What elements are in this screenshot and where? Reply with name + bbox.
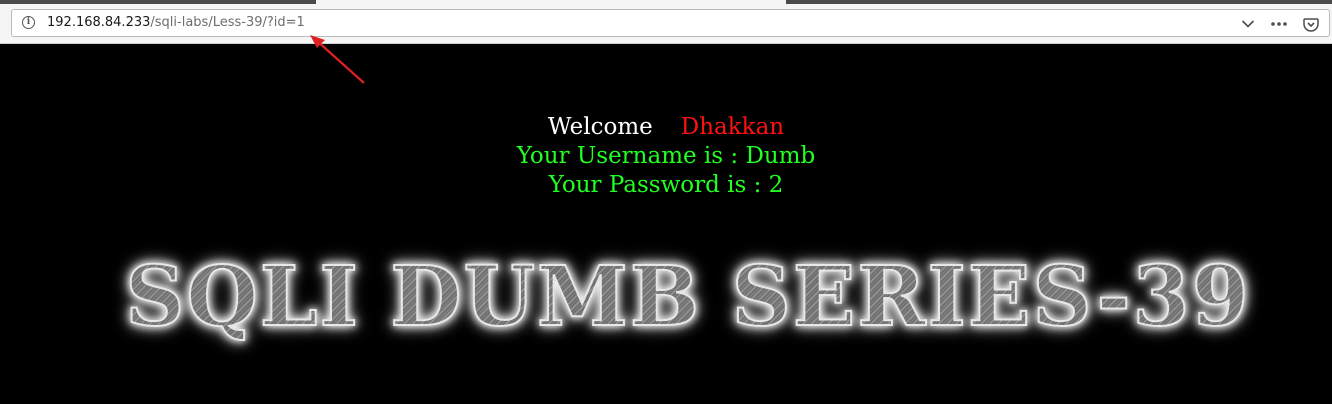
more-icon[interactable]: [1271, 21, 1287, 27]
url-path: /sqli-labs/Less-39/?id=1: [150, 15, 305, 30]
pocket-icon[interactable]: [1303, 16, 1319, 32]
chevron-down-icon[interactable]: [1241, 19, 1255, 29]
password-line: Your Password is : 2: [548, 172, 784, 198]
page-content: Welcome Dhakkan Your Username is : Dumb Y…: [0, 44, 1332, 404]
annotation-arrow-icon: [310, 35, 365, 84]
url-host: 192.168.84.233: [47, 15, 151, 30]
url-text[interactable]: 192.168.84.233/sqli-labs/Less-39/?id=1: [47, 15, 305, 31]
address-bar[interactable]: i 192.168.84.233/sqli-labs/Less-39/?id=1: [11, 9, 1330, 37]
username-line: Your Username is : Dumb: [516, 143, 816, 169]
welcome-line: Welcome Dhakkan: [0, 113, 1332, 142]
series-banner: SQLI DUMB SERIES-39: [124, 249, 1251, 345]
tab-strip-edge: [0, 0, 1332, 4]
browser-toolbar: i 192.168.84.233/sqli-labs/Less-39/?id=1: [0, 0, 1332, 44]
active-tab-edge: [316, 0, 786, 4]
info-icon[interactable]: i: [22, 16, 35, 29]
welcome-word: Welcome: [547, 114, 653, 140]
address-bar-actions: [1241, 15, 1319, 33]
welcome-name: Dhakkan: [680, 114, 785, 140]
